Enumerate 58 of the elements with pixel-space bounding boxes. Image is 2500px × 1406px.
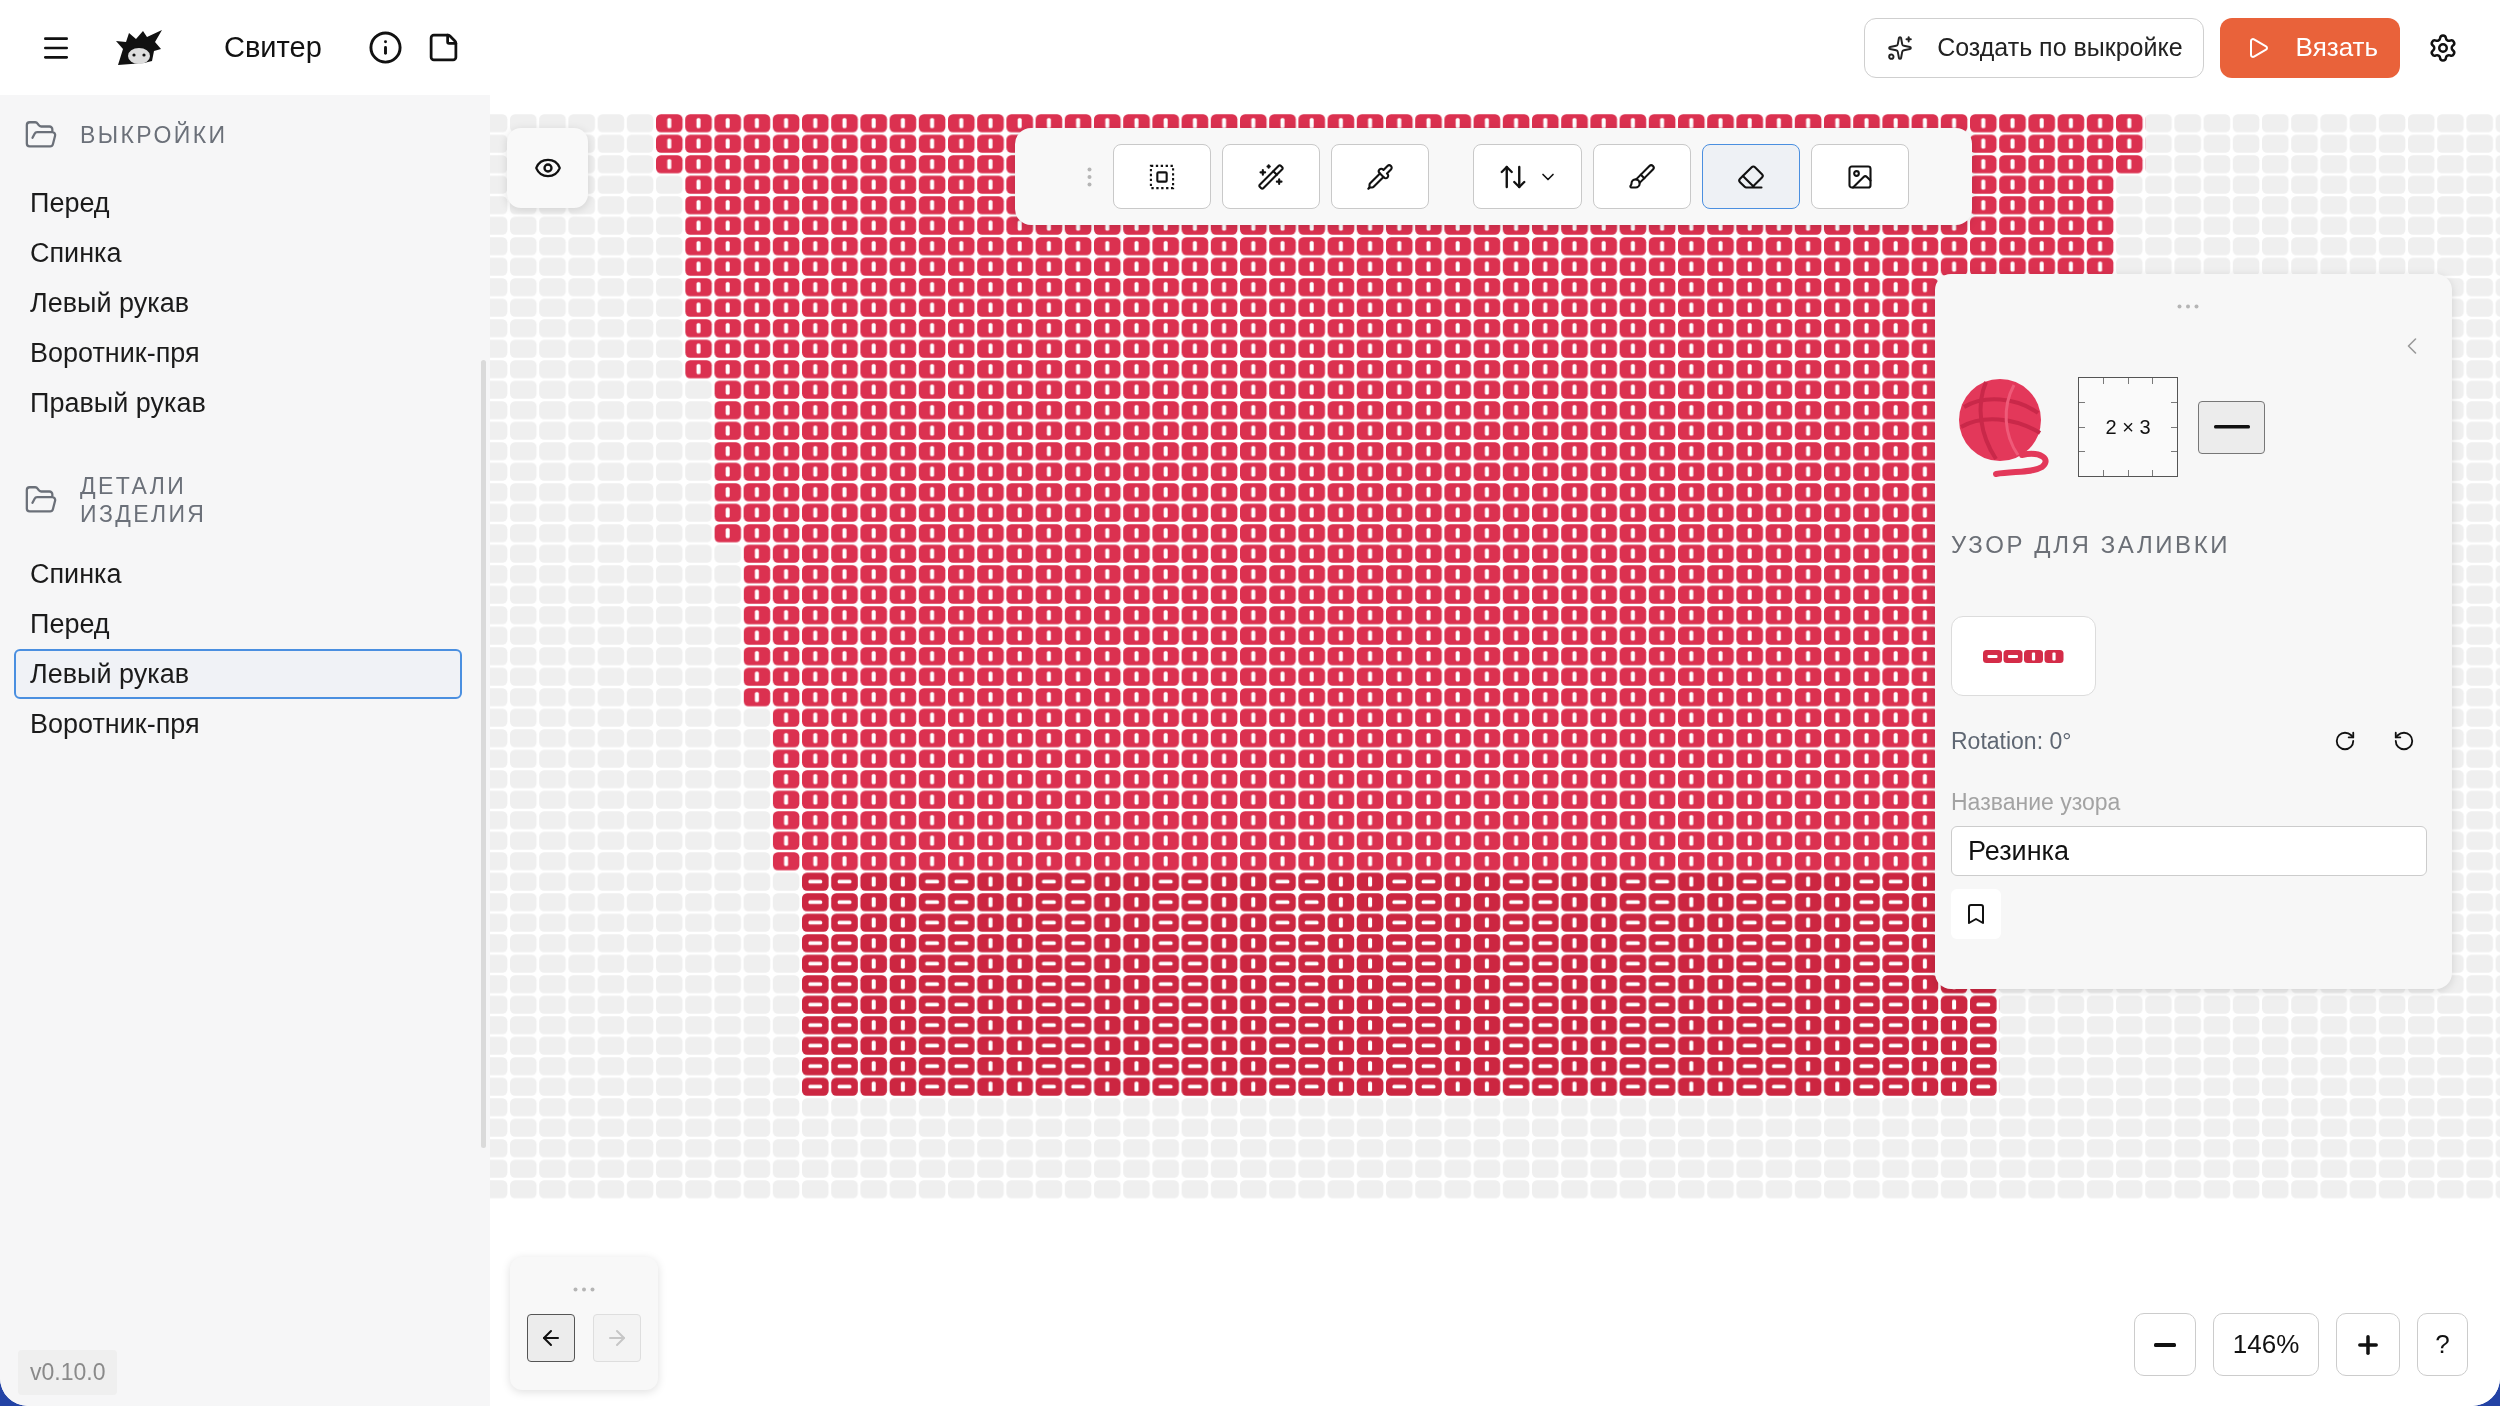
section-heading: ВЫКРОЙКИ <box>80 121 228 149</box>
eyedropper-icon <box>1366 162 1394 191</box>
undo-button[interactable] <box>527 1314 575 1362</box>
settings-icon <box>2428 32 2458 63</box>
tool-button[interactable] <box>1113 144 1211 209</box>
rotation-label: Rotation: 0° <box>1951 727 2073 755</box>
pattern-name-input[interactable]: Резинка <box>1951 826 2427 876</box>
info-icon <box>367 30 403 65</box>
drag-handle-icon[interactable] <box>573 1287 595 1292</box>
sidebar-item[interactable]: Спинка <box>14 549 462 599</box>
sparkles-icon <box>1887 34 1914 61</box>
sidebar-item[interactable]: Воротник-пря <box>14 699 462 749</box>
sidebar-item[interactable]: Воротник-пря <box>14 328 462 378</box>
zoom-out-button[interactable] <box>2134 1313 2196 1376</box>
version-label: v0.10.0 <box>18 1350 118 1395</box>
stitch-pattern-icon <box>1983 649 2064 663</box>
drag-handle-icon[interactable] <box>2176 304 2199 309</box>
zoom-in-button[interactable] <box>2336 1313 2400 1376</box>
sidebar-item[interactable]: Перед <box>14 599 462 649</box>
document-title: Свитер <box>224 31 322 64</box>
image-icon <box>1846 162 1874 191</box>
info-button[interactable] <box>367 30 403 65</box>
tool-button[interactable] <box>1331 144 1429 209</box>
stitch-symbol-button[interactable] <box>2198 400 2265 454</box>
sidebar-item[interactable]: Правый рукав <box>14 378 462 428</box>
tool-button[interactable] <box>1811 144 1909 209</box>
brush-icon <box>1628 162 1656 191</box>
section-heading: ДЕТАЛИ ИЗДЕЛИЯ <box>80 472 208 528</box>
tool-button[interactable] <box>1222 144 1320 209</box>
bookmark-button[interactable] <box>1951 889 2001 939</box>
zoom-level-button[interactable]: 146% <box>2213 1313 2319 1376</box>
rotate-clockwise-icon <box>2334 730 2356 752</box>
eraser-icon <box>1737 162 1765 191</box>
settings-button[interactable] <box>2428 32 2458 63</box>
sidebar-item[interactable]: Левый рукав <box>14 278 462 328</box>
magic-wand-icon <box>1257 162 1285 191</box>
scrollbar[interactable] <box>481 360 486 1148</box>
field-label: Название узора <box>1951 788 2122 816</box>
rotate-counterclockwise-button[interactable] <box>2393 730 2415 752</box>
sidebar-item[interactable]: Спинка <box>14 228 462 278</box>
logo-icon <box>114 28 164 67</box>
pattern-size-button[interactable]: 2 × 3 <box>2078 377 2178 477</box>
rotate-clockwise-button[interactable] <box>2334 730 2356 752</box>
visibility-toggle-button[interactable] <box>507 128 588 208</box>
create-from-pattern-button[interactable]: Создать по выкройке <box>1864 17 2204 78</box>
fill-pattern-button[interactable] <box>1951 616 2096 696</box>
section-heading: УЗОР ДЛЯ ЗАЛИВКИ <box>1951 530 2232 560</box>
drag-handle-icon[interactable] <box>1087 166 1092 187</box>
dash-icon <box>2213 425 2250 429</box>
selection-icon <box>1148 162 1176 191</box>
yarn-ball-icon[interactable] <box>1956 377 2052 477</box>
tool-dropdown[interactable] <box>1473 144 1582 209</box>
sidebar-item[interactable]: Перед <box>14 178 462 228</box>
minus-icon <box>2154 1342 2176 1347</box>
sidebar-item[interactable]: Левый рукав <box>14 649 462 699</box>
rotate-counterclockwise-icon <box>2393 730 2415 752</box>
tool-button[interactable] <box>1702 144 1800 209</box>
help-button[interactable]: ? <box>2417 1313 2468 1376</box>
